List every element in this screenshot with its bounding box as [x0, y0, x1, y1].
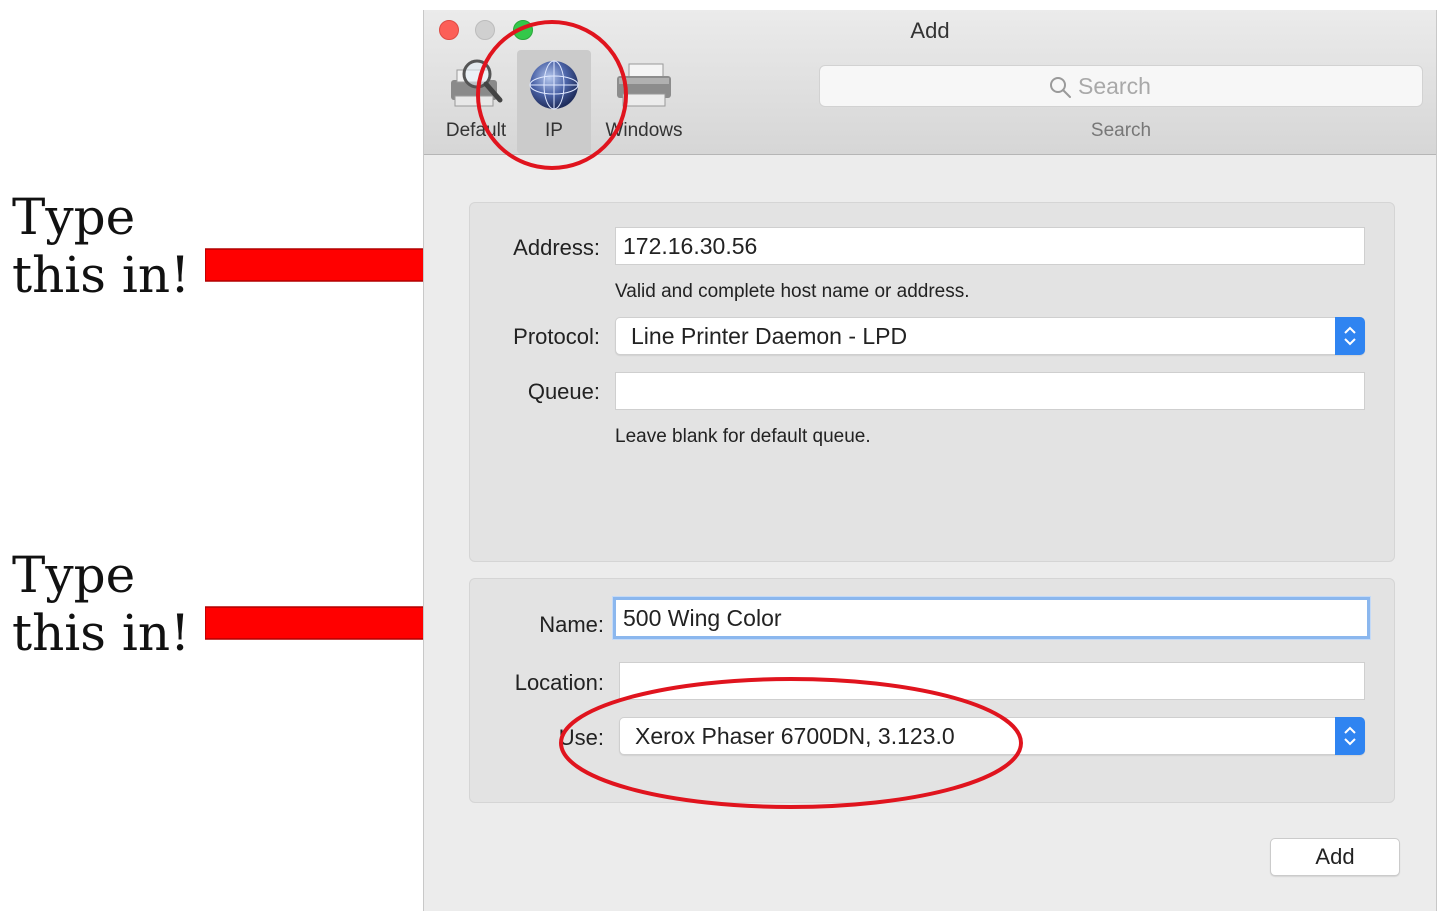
name-label: Name: [539, 612, 604, 637]
search-toolbar-label: Search [1090, 120, 1152, 141]
toolbar-label: IP [545, 120, 563, 141]
protocol-selected-value: Line Printer Daemon - LPD [631, 323, 908, 349]
add-button[interactable]: Add [1270, 838, 1400, 876]
default-printer-icon [451, 59, 503, 107]
use-selected-value: Xerox Phaser 6700DN, 3.123.0 [635, 723, 955, 749]
windows-printer-icon [617, 63, 671, 107]
toolbar-label: Windows [605, 120, 683, 141]
ip-settings-panel: Address: Valid and complete host name or… [469, 202, 1395, 562]
toolbar-windows-button[interactable]: Windows [596, 50, 692, 154]
search-icon [1050, 77, 1071, 98]
queue-label: Queue: [527, 379, 600, 404]
up-down-chevron-icon [1344, 726, 1356, 746]
up-down-chevron-icon [1344, 326, 1356, 346]
add-printer-window: Add Default IP Windows Search Search Add… [423, 10, 1437, 911]
printer-details-panel: Name: Location: Use: Xerox Phaser 6700DN… [469, 578, 1395, 803]
globe-icon [529, 60, 579, 110]
address-label: Address: [513, 235, 600, 260]
use-driver-select[interactable]: Xerox Phaser 6700DN, 3.123.0 [619, 717, 1365, 755]
queue-hint: Leave blank for default queue. [615, 426, 871, 447]
location-input[interactable] [619, 662, 1365, 700]
use-label: Use: [558, 725, 604, 750]
callout-line: Type [12, 546, 136, 604]
callout-line: this in! [12, 604, 191, 662]
titlebar-toolbar: Add Default IP Windows Search Search [424, 10, 1436, 155]
callout-line: this in! [12, 246, 191, 304]
protocol-select[interactable]: Line Printer Daemon - LPD [615, 317, 1365, 355]
protocol-stepper[interactable] [1335, 317, 1365, 355]
toolbar-label: Default [445, 120, 507, 141]
queue-input[interactable] [615, 372, 1365, 410]
callout-text-address: Type this in! [12, 188, 190, 304]
address-hint: Valid and complete host name or address. [615, 281, 970, 302]
search-input[interactable] [1078, 70, 1378, 102]
use-stepper[interactable] [1335, 717, 1365, 755]
name-input[interactable] [613, 597, 1370, 639]
toolbar-ip-button[interactable]: IP [517, 50, 591, 154]
toolbar-default-button[interactable]: Default [432, 50, 520, 154]
address-input[interactable] [615, 227, 1365, 265]
callout-line: Type [12, 188, 136, 246]
location-label: Location: [514, 670, 604, 695]
callout-text-name: Type this in! [12, 546, 190, 662]
protocol-label: Protocol: [513, 324, 600, 349]
window-title: Add [910, 18, 950, 43]
search-field[interactable] [819, 65, 1423, 107]
